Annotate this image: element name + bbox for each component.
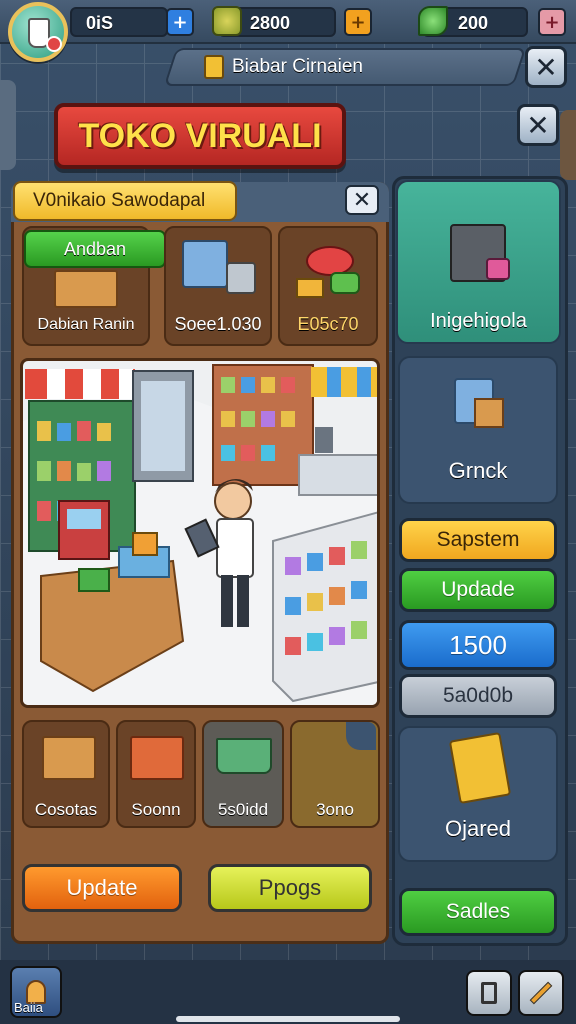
player-avatar[interactable]: [8, 2, 68, 62]
bin-icon: [330, 272, 360, 294]
trash-button[interactable]: [466, 970, 512, 1016]
bag-icon: [204, 55, 224, 79]
tools-button[interactable]: [518, 970, 564, 1016]
lock-icon: [486, 258, 510, 280]
gift-box-icon: [130, 736, 184, 780]
right-side-building: [560, 110, 576, 180]
right-tile-grnck[interactable]: Grnck: [398, 356, 558, 504]
panel-tab[interactable]: V0nikaio Sawodapal: [13, 181, 237, 221]
product-card-5[interactable]: Soonn: [116, 720, 196, 828]
product-card-2-label: Soee1.030: [174, 314, 262, 334]
pencil-corner-icon: [346, 722, 376, 750]
product-card-2[interactable]: Soee1.030: [164, 226, 272, 346]
resource-1-panel: 0iS: [70, 7, 168, 37]
sadles-button[interactable]: Sadles: [399, 888, 557, 936]
secondary-close-button[interactable]: ✕: [517, 104, 559, 146]
right-tile-ojared[interactable]: Ojared: [398, 726, 558, 862]
store-title: TOKO VIRUALI: [78, 116, 322, 155]
resource-1-plus-button[interactable]: +: [166, 8, 194, 36]
home-shop-label: Baiia: [14, 1000, 43, 1015]
shop-name: Biabar Cirnaien: [232, 56, 363, 77]
parcel-icon: [474, 398, 504, 428]
product-card-4[interactable]: Cosotas: [22, 720, 110, 828]
trash-icon: [481, 982, 497, 1004]
gray-value-button[interactable]: 5a0d0b: [399, 674, 557, 718]
sapstem-button[interactable]: Sapstem: [399, 518, 557, 562]
notification-dot: [46, 36, 62, 52]
resource-2-value: 2800: [250, 13, 291, 33]
resource-2-plus-button[interactable]: +: [344, 8, 372, 36]
crate-icon: [296, 278, 324, 298]
right-tile-inigehigola[interactable]: Inigehigola: [396, 180, 561, 344]
right-tile-3-label: Ojared: [444, 816, 512, 841]
panel-tab-label: V0nikaio Sawodapal: [33, 190, 206, 211]
product-card-5-label: Soonn: [131, 800, 181, 819]
andban-tag-button[interactable]: Andban: [24, 230, 166, 268]
price-1500-button[interactable]: 1500: [399, 620, 557, 670]
resource-1-value: 0iS: [86, 13, 114, 33]
coin-icon: [212, 6, 242, 36]
product-card-3[interactable]: E05c70: [278, 226, 378, 346]
product-card-7-label: 3ono: [316, 800, 354, 819]
updade-button[interactable]: Updade: [399, 568, 557, 612]
resource-3-plus-button[interactable]: +: [538, 8, 566, 36]
close-button[interactable]: ✕: [525, 46, 567, 88]
product-card-4-label: Cosotas: [34, 800, 98, 819]
right-tile-1-label: Inigehigola: [430, 310, 527, 332]
gold-box-icon: [448, 731, 512, 805]
store-title-banner: TOKO VIRUALI: [54, 103, 346, 169]
home-indicator: [176, 1016, 400, 1022]
cash-register-icon: [226, 262, 256, 294]
product-card-6[interactable]: 5s0idd: [202, 720, 284, 828]
update-button[interactable]: Update: [22, 864, 182, 912]
product-card-3-label: E05c70: [297, 314, 359, 334]
product-card-1-label: Dabian Ranin: [37, 316, 135, 333]
product-card-6-label: 5s0idd: [217, 800, 269, 819]
left-side-building: [0, 80, 16, 170]
book-icon: [182, 240, 228, 288]
panel-close-button[interactable]: ✕: [345, 185, 379, 215]
box-icon: [54, 270, 118, 308]
product-card-7[interactable]: 3ono: [290, 720, 380, 828]
hammer-icon: [529, 981, 553, 1005]
package-icon: [42, 736, 96, 780]
right-tile-2-label: Grnck: [448, 458, 508, 483]
ppogs-button[interactable]: Ppogs: [208, 864, 372, 912]
store-scene-image: [20, 358, 380, 708]
shopping-cart-icon: [216, 738, 272, 774]
resource-3-value: 200: [458, 13, 489, 33]
leaf-icon: [418, 6, 448, 36]
